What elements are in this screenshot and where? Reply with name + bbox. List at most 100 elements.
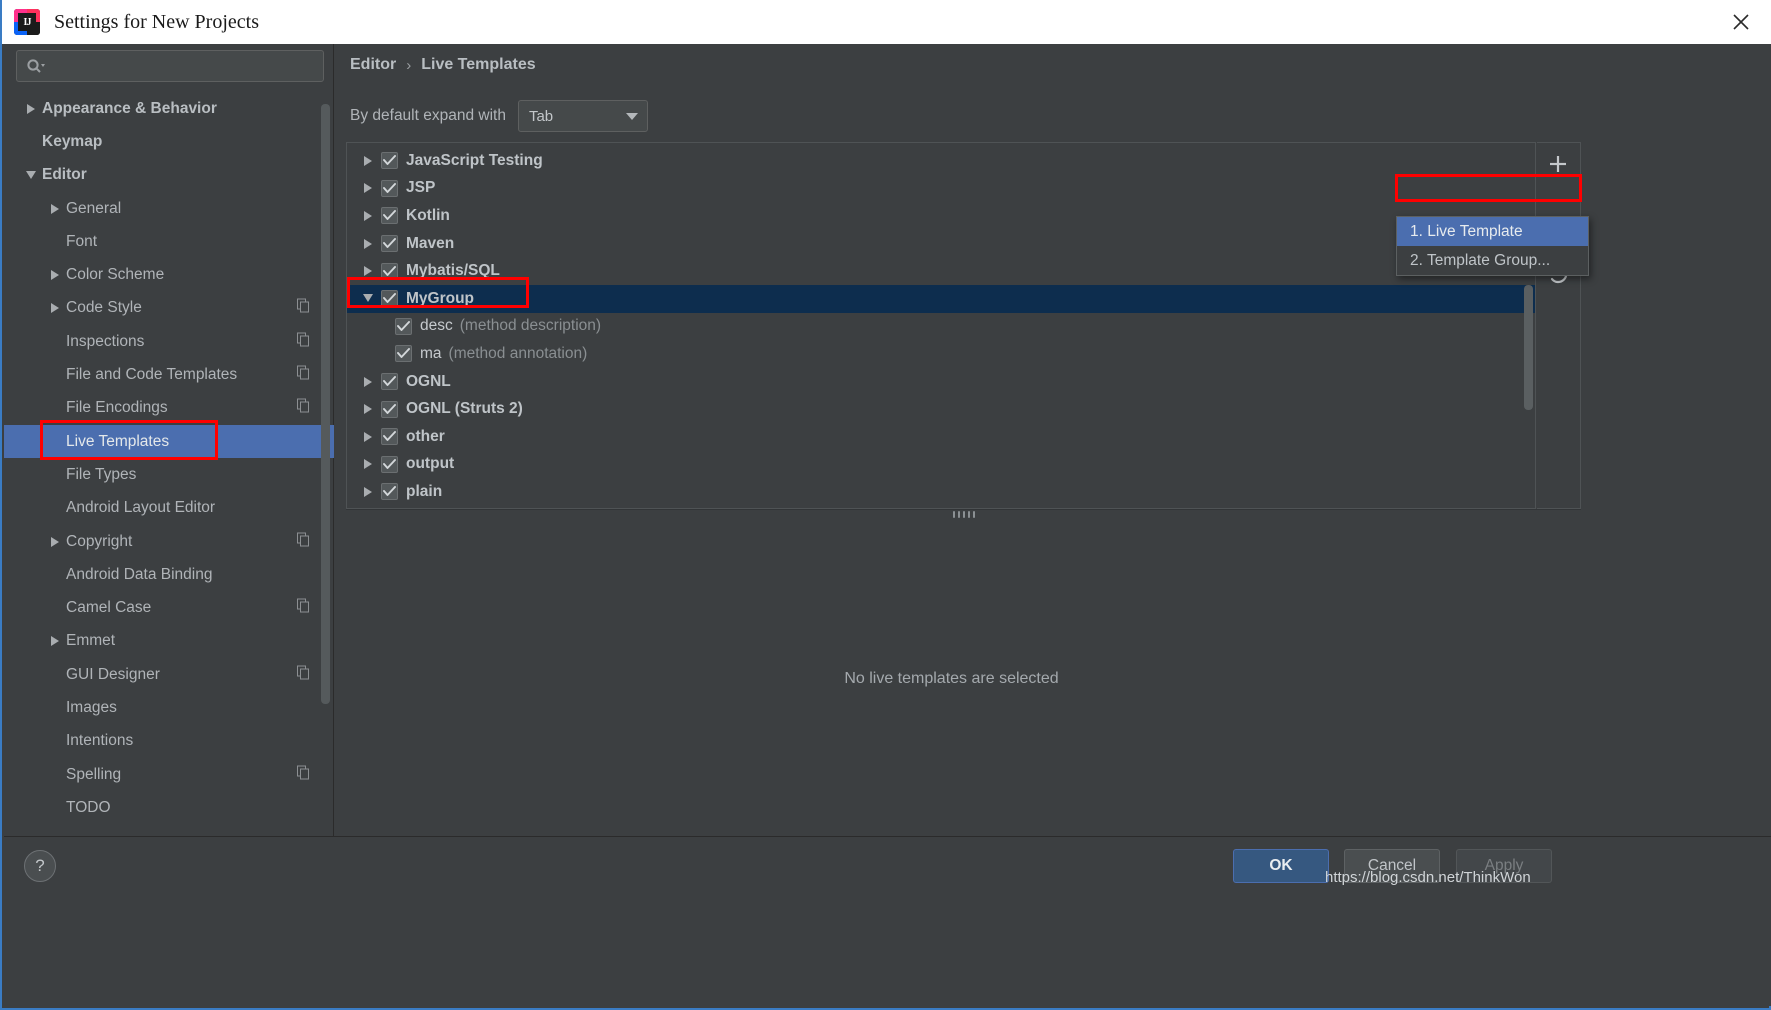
- template-tree-row[interactable]: Maven: [347, 230, 1535, 258]
- sidebar-item-font[interactable]: Font: [4, 225, 334, 258]
- copy-settings-icon[interactable]: [297, 765, 310, 784]
- checkbox[interactable]: [381, 400, 398, 418]
- template-tree-row[interactable]: JavaScript Testing: [347, 147, 1535, 175]
- checkbox[interactable]: [381, 455, 398, 473]
- chevron-right-icon[interactable]: [355, 182, 381, 194]
- sidebar-item-inspections[interactable]: Inspections: [4, 325, 334, 358]
- template-tree-row[interactable]: JSP: [347, 175, 1535, 203]
- checkbox[interactable]: [381, 179, 398, 197]
- breadcrumb-root[interactable]: Editor: [350, 56, 396, 74]
- settings-sidebar: Appearance & Behavior Keymap Editor General…: [4, 44, 334, 836]
- cancel-button[interactable]: Cancel: [1344, 849, 1440, 883]
- checkbox[interactable]: [381, 235, 398, 253]
- settings-nav-list: Appearance & Behavior Keymap Editor General…: [4, 92, 334, 836]
- template-tree-label: Kotlin: [406, 206, 450, 224]
- checkbox[interactable]: [381, 207, 398, 225]
- template-tree-row[interactable]: plain: [347, 478, 1535, 506]
- copy-settings-icon[interactable]: [297, 365, 310, 385]
- checkbox[interactable]: [381, 152, 398, 170]
- chevron-right-icon[interactable]: [355, 210, 381, 222]
- sidebar-item-keymap[interactable]: Keymap: [4, 125, 334, 158]
- checkbox[interactable]: [381, 290, 398, 308]
- chevron-right-icon[interactable]: [44, 203, 66, 215]
- search-input[interactable]: [51, 58, 323, 74]
- sidebar-item-copyright[interactable]: Copyright: [4, 525, 334, 558]
- sidebar-item-live-templates[interactable]: Live Templates: [4, 424, 334, 459]
- sidebar-item-emmet[interactable]: Emmet: [4, 625, 334, 658]
- popup-menu-item[interactable]: 1. Live Template: [1397, 217, 1588, 246]
- template-tree-row[interactable]: desc (method description): [347, 313, 1535, 341]
- close-icon[interactable]: [1719, 4, 1763, 40]
- sidebar-item-todo[interactable]: TODO: [4, 791, 334, 824]
- sidebar-item-file-and-code-templates[interactable]: File and Code Templates: [4, 358, 334, 391]
- checkbox[interactable]: [395, 317, 412, 335]
- chevron-right-icon[interactable]: [44, 269, 66, 281]
- copy-settings-icon[interactable]: [297, 398, 310, 418]
- chevron-right-icon[interactable]: [355, 431, 381, 443]
- sidebar-item-label: Appearance & Behavior: [42, 99, 217, 117]
- sidebar-item-images[interactable]: Images: [4, 691, 334, 724]
- template-tree-row[interactable]: other: [347, 423, 1535, 451]
- sidebar-item-intentions[interactable]: Intentions: [4, 725, 334, 758]
- chevron-right-icon[interactable]: [355, 265, 381, 277]
- checkbox[interactable]: [381, 483, 398, 501]
- empty-detail-message: No live templates are selected: [844, 670, 1059, 687]
- sidebar-item-general[interactable]: General: [4, 192, 334, 225]
- chevron-right-icon[interactable]: [355, 458, 381, 470]
- sidebar-item-file-types[interactable]: File Types: [4, 458, 334, 491]
- sidebar-item-code-style[interactable]: Code Style: [4, 292, 334, 325]
- chevron-right-icon[interactable]: [20, 103, 42, 115]
- sidebar-item-color-scheme[interactable]: Color Scheme: [4, 258, 334, 291]
- copy-settings-icon[interactable]: [297, 598, 310, 618]
- sidebar-item-android-layout-editor[interactable]: Android Layout Editor: [4, 492, 334, 525]
- sidebar-item-android-data-binding[interactable]: Android Data Binding: [4, 558, 334, 591]
- sidebar-item-editor[interactable]: Editor: [4, 159, 334, 192]
- copy-settings-icon[interactable]: [297, 665, 310, 684]
- copy-settings-icon[interactable]: [297, 332, 310, 351]
- template-tree-row[interactable]: Kotlin: [347, 202, 1535, 230]
- sidebar-item-appearance-behavior[interactable]: Appearance & Behavior: [4, 92, 334, 125]
- expand-with-select[interactable]: Tab: [517, 100, 648, 132]
- search-box[interactable]: [16, 50, 324, 82]
- sidebar-item-label: File Types: [66, 465, 137, 483]
- help-button[interactable]: ?: [24, 850, 56, 882]
- template-tree-row[interactable]: ma (method annotation): [347, 340, 1535, 368]
- add-template-button[interactable]: [1537, 143, 1579, 185]
- chevron-right-icon[interactable]: [44, 302, 66, 314]
- chevron-right-icon[interactable]: [355, 486, 381, 498]
- copy-settings-icon[interactable]: [297, 532, 310, 551]
- chevron-right-icon[interactable]: [355, 376, 381, 388]
- sidebar-item-gui-designer[interactable]: GUI Designer: [4, 658, 334, 691]
- template-tree-row[interactable]: Mybatis/SQL: [347, 257, 1535, 285]
- checkbox[interactable]: [395, 345, 412, 363]
- chevron-right-icon[interactable]: [355, 403, 381, 415]
- tree-toolbar: [1537, 142, 1581, 509]
- template-tree-row[interactable]: OGNL (Struts 2): [347, 395, 1535, 423]
- checkbox[interactable]: [381, 262, 398, 280]
- breadcrumb-separator-icon: ›: [406, 56, 412, 74]
- chevron-down-icon[interactable]: [20, 170, 42, 181]
- sidebar-item-label: Android Layout Editor: [66, 499, 216, 517]
- chevron-right-icon[interactable]: [44, 536, 66, 548]
- sidebar-scrollbar[interactable]: [321, 104, 330, 704]
- template-tree-row[interactable]: output: [347, 451, 1535, 479]
- ok-button[interactable]: OK: [1233, 849, 1329, 883]
- chevron-down-icon[interactable]: [355, 293, 381, 304]
- popup-menu-item[interactable]: 2. Template Group...: [1397, 246, 1588, 275]
- chevron-right-icon[interactable]: [355, 238, 381, 250]
- sidebar-item-file-encodings[interactable]: File Encodings: [4, 392, 334, 425]
- chevron-right-icon[interactable]: [355, 155, 381, 167]
- template-tree-row[interactable]: OGNL: [347, 368, 1535, 396]
- horizontal-splitter[interactable]: [346, 509, 1581, 518]
- checkbox[interactable]: [381, 428, 398, 446]
- breadcrumb: Editor › Live Templates: [350, 56, 536, 74]
- sidebar-item-label: Editor: [42, 166, 87, 184]
- copy-settings-icon[interactable]: [297, 298, 310, 318]
- sidebar-item-camel-case[interactable]: Camel Case: [4, 591, 334, 624]
- chevron-right-icon[interactable]: [44, 635, 66, 647]
- sidebar-item-spelling[interactable]: Spelling: [4, 758, 334, 791]
- checkbox[interactable]: [381, 373, 398, 391]
- sidebar-item-label: Live Templates: [66, 432, 170, 450]
- template-tree-row[interactable]: MyGroup: [347, 284, 1535, 313]
- templates-tree-scrollbar[interactable]: [1524, 285, 1533, 410]
